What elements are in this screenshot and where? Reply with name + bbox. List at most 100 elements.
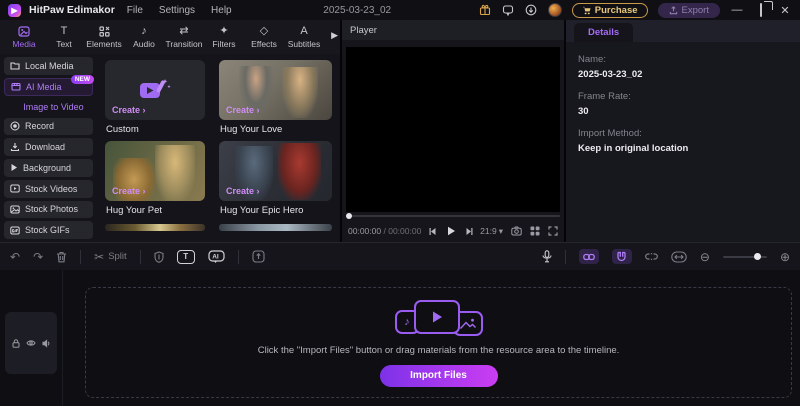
template-card-hug-your-epic-hero[interactable]: Create › Hug Your Epic Hero [219, 141, 332, 218]
next-frame-button[interactable] [465, 227, 474, 236]
template-card-hug-your-pet[interactable]: Create › Hug Your Pet [105, 141, 205, 218]
delete-button[interactable] [56, 251, 67, 263]
menu-file[interactable]: File [123, 5, 147, 16]
tab-details[interactable]: Details [574, 23, 633, 42]
tabbar-more-icon[interactable]: ▶ [331, 30, 338, 41]
export-clip-button[interactable] [252, 250, 265, 263]
freeze-frame-button[interactable] [154, 251, 164, 263]
tab-transition[interactable]: ⇄ Transition [164, 26, 204, 49]
download-center-icon[interactable] [525, 4, 538, 17]
link-toggle[interactable] [579, 249, 599, 264]
menu-settings[interactable]: Settings [155, 5, 199, 16]
resource-body: Local Media AI Media NEW Image to Video … [0, 54, 340, 242]
download-icon [10, 142, 20, 152]
partial-card-row[interactable] [105, 224, 205, 231]
snap-toggle[interactable] [612, 249, 632, 264]
tab-effects[interactable]: ◇ Effects [244, 26, 284, 49]
app-window: ▶ HitPaw Edimakor File Settings Help 202… [0, 0, 800, 406]
timeline-zoom-slider[interactable] [723, 256, 767, 258]
close-button[interactable]: ✕ [778, 4, 792, 17]
template-card-custom[interactable]: Create › Custom [105, 60, 205, 137]
create-link[interactable]: Create › [226, 186, 260, 196]
aspect-ratio-dropdown[interactable]: 21:9▾ [480, 226, 503, 237]
sidebar-item-stock-videos[interactable]: Stock Videos [4, 180, 93, 198]
tab-text[interactable]: T Text [44, 26, 84, 49]
split-button[interactable]: ✂Split [94, 250, 127, 264]
prev-frame-button[interactable] [428, 227, 437, 236]
tab-subtitles[interactable]: A Subtitles [284, 26, 324, 49]
export-button[interactable]: Export [658, 3, 720, 18]
link-icon [583, 253, 595, 261]
document-title: 2025-03-23_02 [244, 5, 471, 16]
create-link[interactable]: Create › [226, 105, 260, 115]
sidebar-item-image-to-video[interactable]: Image to Video [4, 99, 93, 115]
eye-icon[interactable] [26, 339, 36, 347]
sidebar-item-stock-gifs[interactable]: Stock GIFs [4, 221, 93, 239]
sidebar-item-download[interactable]: Download [4, 138, 93, 156]
unlink-icon [645, 252, 658, 261]
sidebar-item-local-media[interactable]: Local Media [4, 57, 93, 75]
undo-button[interactable]: ↶ [10, 250, 20, 264]
tab-audio-label: Audio [133, 39, 155, 49]
folder-icon [10, 61, 20, 70]
play-button[interactable] [446, 226, 456, 236]
field-name: Name: 2025-03-23_02 [578, 54, 788, 80]
tab-audio[interactable]: ♪ Audio [124, 26, 164, 49]
tab-elements[interactable]: Elements [84, 26, 124, 49]
fullscreen-icon[interactable] [548, 226, 558, 236]
current-time: 00:00:00 [348, 226, 381, 236]
feedback-icon[interactable] [502, 4, 515, 17]
scissors-icon: ✂ [94, 250, 104, 264]
zoom-out-button[interactable]: ⊖ [700, 250, 710, 264]
zoom-slider-handle[interactable] [754, 253, 761, 260]
restore-button[interactable] [754, 4, 768, 16]
subtitles-icon: A [300, 26, 307, 38]
snapshot-icon[interactable] [511, 226, 522, 236]
sidebar-item-stock-photos[interactable]: Stock Photos [4, 201, 93, 219]
split-screen-icon[interactable] [530, 226, 540, 236]
menu-help[interactable]: Help [207, 5, 236, 16]
sidebar-item-label: Background [23, 163, 71, 173]
sidebar-item-label: Download [25, 142, 65, 152]
scrubber-track[interactable] [346, 215, 560, 217]
sidebar-item-record[interactable]: Record [4, 118, 93, 136]
cart-icon [582, 6, 591, 15]
tab-media[interactable]: Media [4, 26, 44, 49]
redo-button[interactable]: ↷ [33, 250, 43, 264]
toolbar-divider [80, 250, 81, 264]
tab-subtitles-label: Subtitles [288, 39, 321, 49]
mute-icon[interactable] [42, 339, 51, 348]
hug-your-epic-hero-thumbnail: Create › [219, 141, 332, 201]
ripple-edit-button[interactable] [671, 251, 687, 263]
voiceover-button[interactable] [542, 250, 552, 263]
sidebar-item-label: AI Media [26, 82, 62, 92]
tab-text-label: Text [56, 39, 72, 49]
app-logo-icon: ▶ [8, 4, 21, 17]
zoom-in-button[interactable]: ⊕ [780, 250, 790, 264]
user-avatar[interactable] [548, 3, 562, 17]
minimize-button[interactable]: — [730, 4, 744, 16]
timeline-dropzone[interactable]: ♪ Click the "Import Files" button or dra… [85, 287, 792, 398]
add-text-button[interactable]: T [177, 250, 195, 264]
scrubber-handle[interactable] [346, 213, 352, 219]
sidebar-item-ai-media[interactable]: AI Media NEW [4, 78, 93, 96]
gift-icon[interactable] [479, 4, 492, 17]
video-viewport[interactable] [346, 47, 560, 212]
unlink-button[interactable] [645, 252, 658, 261]
purchase-button[interactable]: Purchase [572, 3, 648, 18]
create-link[interactable]: Create › [112, 186, 146, 196]
sidebar-item-background[interactable]: Background [4, 159, 93, 177]
player-scrubber[interactable] [342, 212, 564, 220]
app-name: HitPaw Edimakor [29, 4, 115, 16]
create-link[interactable]: Create › [112, 105, 146, 115]
partial-card-row[interactable] [219, 224, 332, 231]
ai-subtitle-button[interactable]: AI [208, 250, 225, 264]
video-icon [10, 184, 20, 193]
timeline-area: ♪ Click the "Import Files" button or dra… [0, 270, 800, 406]
tab-filters[interactable]: ✦ Filters [204, 26, 244, 49]
template-card-hug-your-love[interactable]: Create › Hug Your Love [219, 60, 332, 137]
field-value: Keep in original location [578, 143, 788, 154]
lock-icon[interactable] [12, 339, 20, 348]
details-panel: Details Name: 2025-03-23_02 Frame Rate: … [566, 20, 800, 242]
import-files-button[interactable]: Import Files [380, 365, 498, 387]
